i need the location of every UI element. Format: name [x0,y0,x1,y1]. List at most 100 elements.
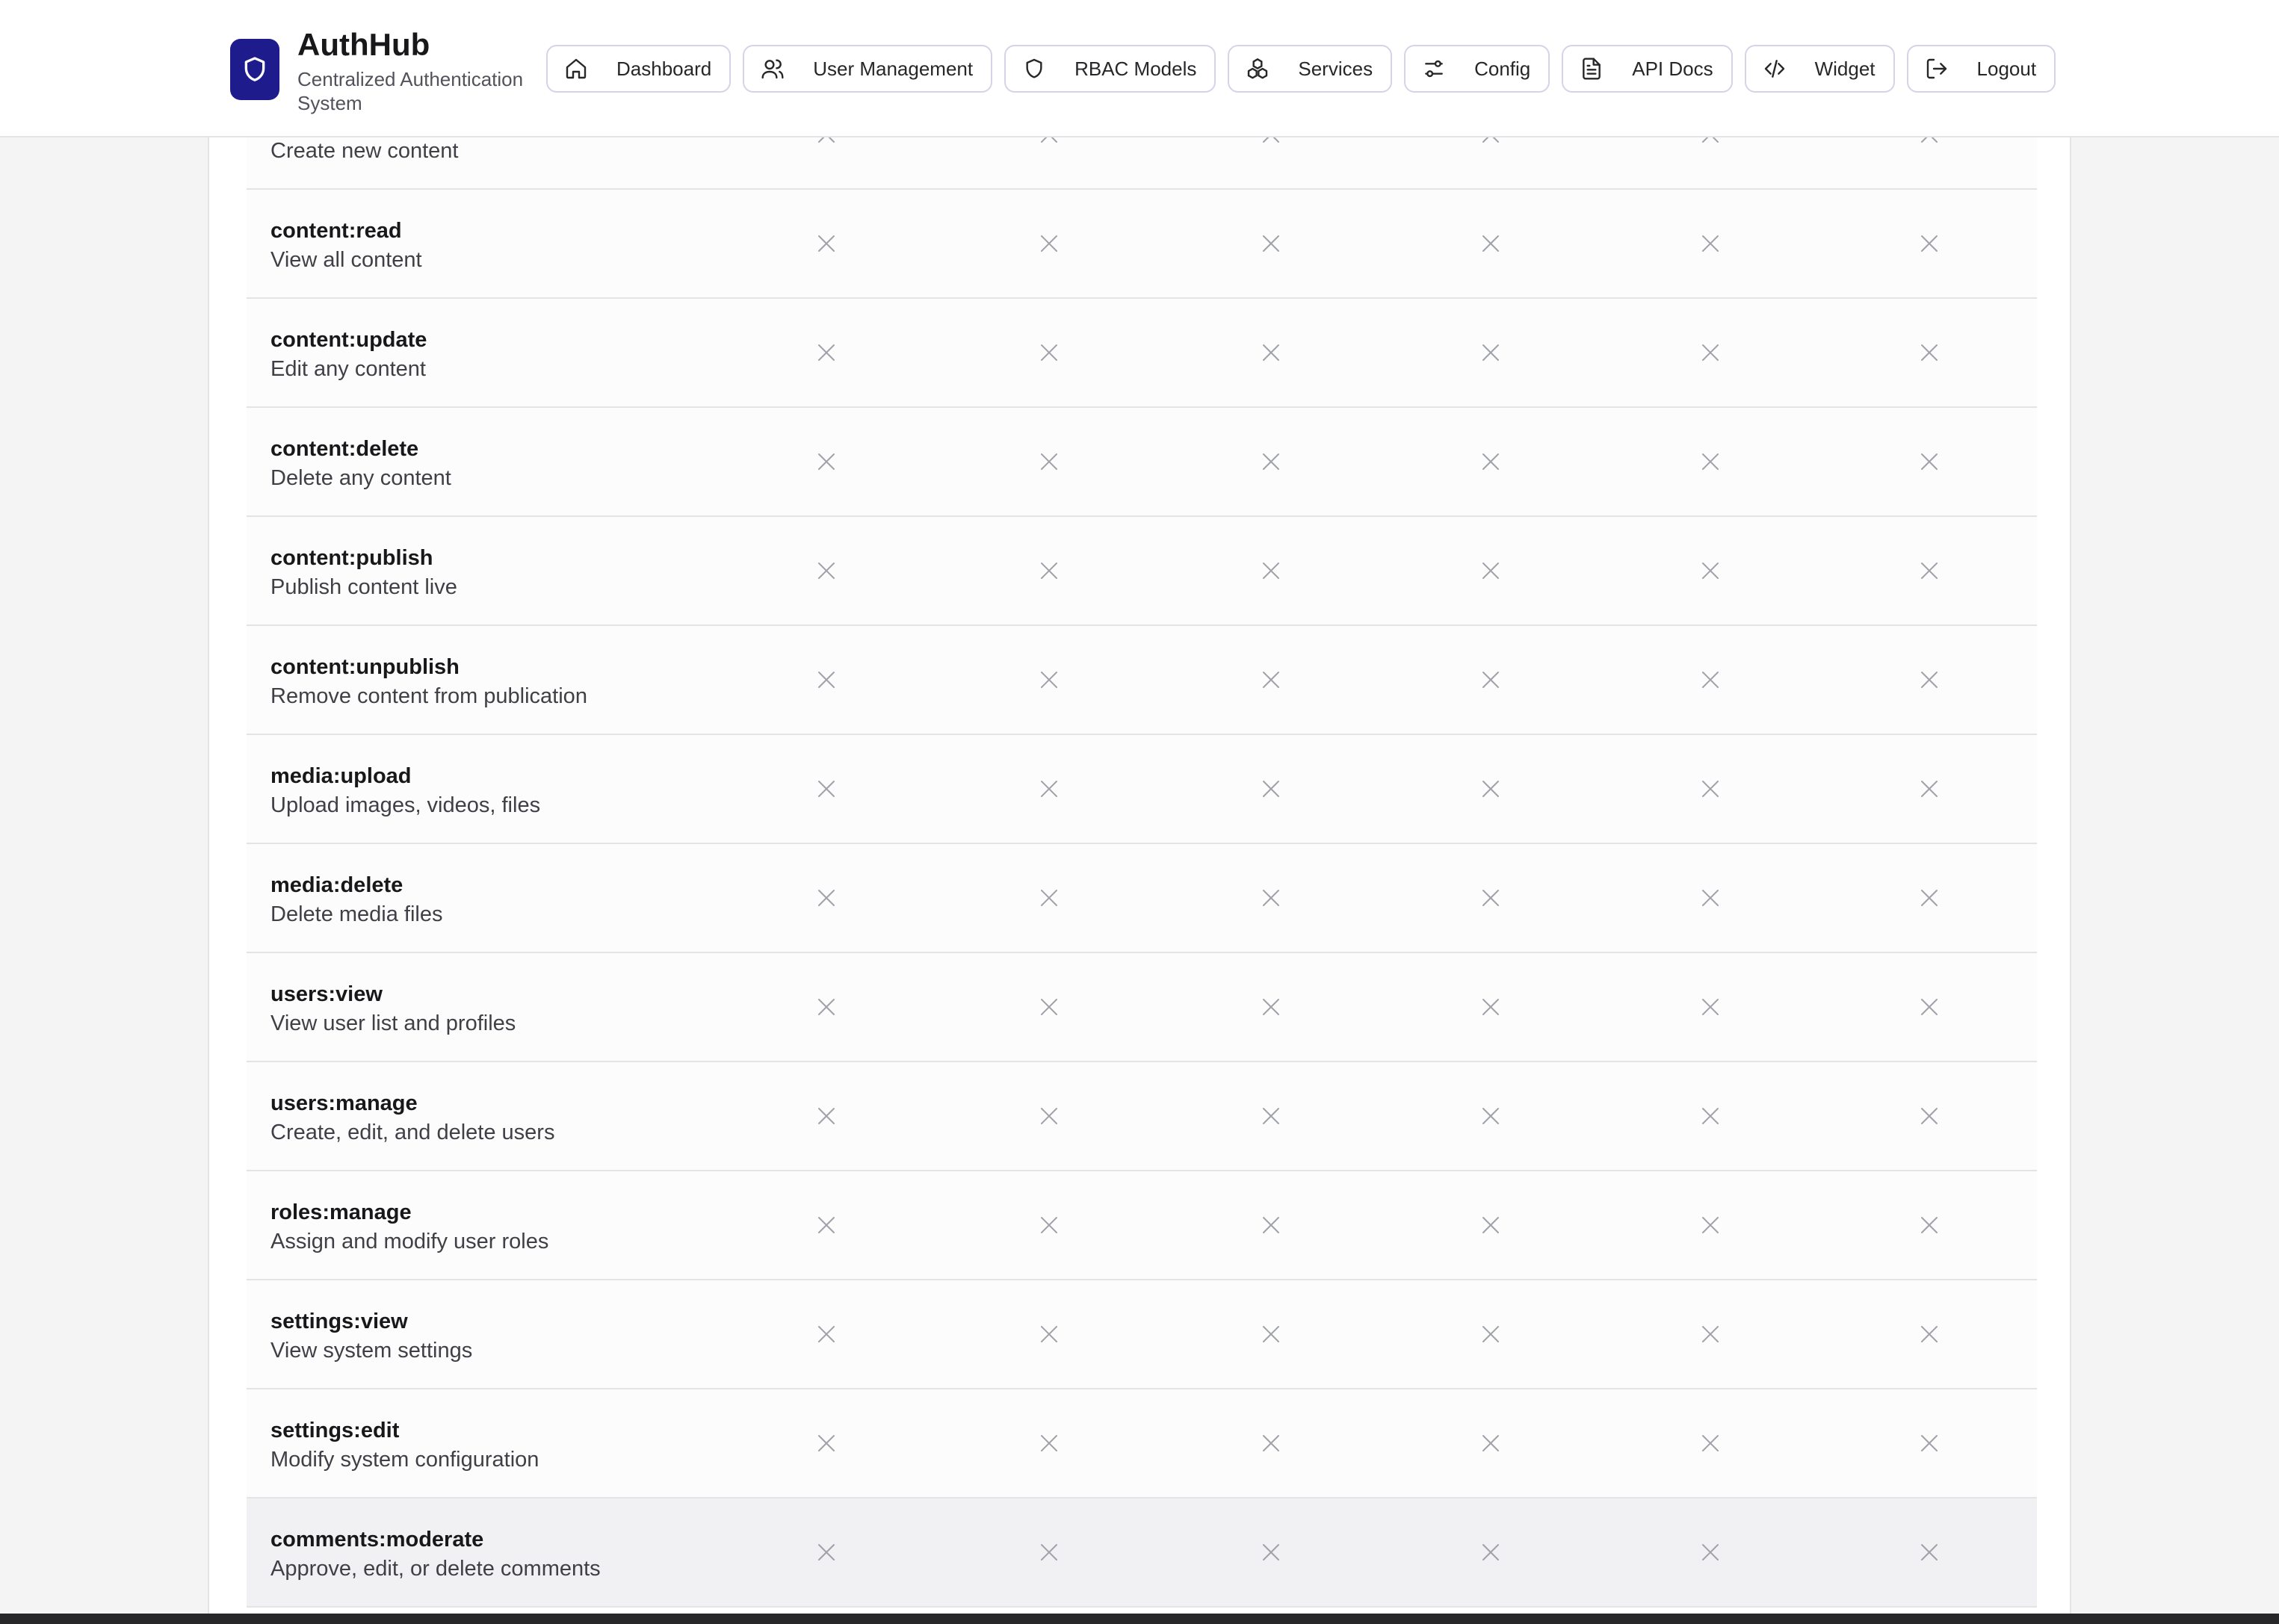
x-icon[interactable] [1260,341,1282,364]
x-icon[interactable] [1038,341,1060,364]
x-icon[interactable] [1918,669,1941,691]
x-icon[interactable] [1260,1432,1282,1454]
x-icon[interactable] [1038,1323,1060,1345]
nav-dashboard-button[interactable]: Dashboard [546,45,732,93]
x-icon[interactable] [1038,1432,1060,1454]
table-row[interactable]: media:upload Upload images, videos, files [247,735,2037,844]
x-icon[interactable] [1479,560,1502,582]
x-icon[interactable] [1260,232,1282,255]
nav-user-management-button[interactable]: User Management [743,45,993,93]
x-icon[interactable] [815,669,838,691]
nav-services-button[interactable]: Services [1228,45,1393,93]
nav-config-button[interactable]: Config [1404,45,1550,93]
table-row[interactable]: content:unpublish Remove content from pub… [247,626,2037,735]
table-row[interactable]: settings:edit Modify system configuration [247,1389,2037,1499]
x-icon[interactable] [815,232,838,255]
x-icon[interactable] [1699,341,1722,364]
x-icon[interactable] [1699,232,1722,255]
x-icon[interactable] [1479,341,1502,364]
x-icon[interactable] [1479,1323,1502,1345]
x-icon[interactable] [1479,669,1502,691]
nav-logout-button[interactable]: Logout [1906,45,2056,93]
x-icon[interactable] [1260,450,1282,473]
x-icon[interactable] [1918,887,1941,909]
x-icon[interactable] [1260,669,1282,691]
x-icon[interactable] [1260,1323,1282,1345]
nav-rbac-models-button[interactable]: RBAC Models [1004,45,1216,93]
x-icon[interactable] [1038,232,1060,255]
table-row[interactable]: content:read View all content [247,190,2037,299]
x-icon[interactable] [1038,996,1060,1018]
x-icon[interactable] [1918,1105,1941,1127]
x-icon[interactable] [1918,996,1941,1018]
x-icon[interactable] [1918,232,1941,255]
x-icon[interactable] [1479,1432,1502,1454]
x-icon[interactable] [1699,1214,1722,1236]
x-icon[interactable] [1038,887,1060,909]
x-icon[interactable] [1479,996,1502,1018]
x-icon[interactable] [1479,887,1502,909]
brand[interactable]: AuthHub Centralized Authentication Syste… [230,25,551,115]
x-icon[interactable] [1699,996,1722,1018]
x-icon[interactable] [1479,232,1502,255]
x-icon[interactable] [1038,1541,1060,1563]
table-row[interactable]: content:update Edit any content [247,299,2037,408]
x-icon[interactable] [1918,778,1941,800]
x-icon[interactable] [1699,1432,1722,1454]
table-row[interactable]: media:delete Delete media files [247,844,2037,953]
table-row[interactable]: comments:moderate Approve, edit, or delet… [247,1499,2037,1608]
table-row[interactable]: settings:view View system settings [247,1280,2037,1389]
table-row[interactable]: users:view View user list and profiles [247,953,2037,1062]
x-icon[interactable] [815,1541,838,1563]
x-icon[interactable] [1038,560,1060,582]
x-icon[interactable] [1699,778,1722,800]
x-icon[interactable] [1918,1541,1941,1563]
nav-widget-button[interactable]: Widget [1744,45,1895,93]
x-icon[interactable] [1260,1105,1282,1127]
x-icon[interactable] [1699,560,1722,582]
x-icon[interactable] [1479,1214,1502,1236]
x-icon[interactable] [1918,450,1941,473]
x-icon[interactable] [815,1214,838,1236]
x-icon[interactable] [1260,887,1282,909]
x-icon[interactable] [815,887,838,909]
x-icon[interactable] [1918,1323,1941,1345]
x-icon[interactable] [1260,1214,1282,1236]
x-icon[interactable] [1918,341,1941,364]
x-icon[interactable] [815,996,838,1018]
x-icon[interactable] [1918,560,1941,582]
x-icon[interactable] [1699,887,1722,909]
x-icon[interactable] [1479,450,1502,473]
x-icon[interactable] [1479,1105,1502,1127]
x-icon[interactable] [1260,778,1282,800]
x-icon[interactable] [815,778,838,800]
x-icon[interactable] [815,1323,838,1345]
x-icon[interactable] [1038,1214,1060,1236]
x-icon[interactable] [1699,1541,1722,1563]
x-icon[interactable] [1479,778,1502,800]
table-row[interactable]: users:manage Create, edit, and delete use… [247,1062,2037,1171]
x-icon[interactable] [815,1105,838,1127]
x-icon[interactable] [1918,1214,1941,1236]
x-icon[interactable] [815,341,838,364]
x-icon[interactable] [1699,450,1722,473]
x-icon[interactable] [1260,560,1282,582]
table-row[interactable]: roles:manage Assign and modify user roles [247,1171,2037,1280]
x-icon[interactable] [1918,1432,1941,1454]
x-icon[interactable] [815,450,838,473]
x-icon[interactable] [815,560,838,582]
x-icon[interactable] [1038,669,1060,691]
x-icon[interactable] [1260,1541,1282,1563]
x-icon[interactable] [1038,450,1060,473]
nav-api-docs-button[interactable]: API Docs [1562,45,1733,93]
table-row[interactable]: content:delete Delete any content [247,408,2037,517]
x-icon[interactable] [1699,1105,1722,1127]
table-row[interactable]: content:publish Publish content live [247,517,2037,626]
x-icon[interactable] [1699,1323,1722,1345]
x-icon[interactable] [815,1432,838,1454]
x-icon[interactable] [1479,1541,1502,1563]
x-icon[interactable] [1038,778,1060,800]
x-icon[interactable] [1260,996,1282,1018]
x-icon[interactable] [1699,669,1722,691]
x-icon[interactable] [1038,1105,1060,1127]
